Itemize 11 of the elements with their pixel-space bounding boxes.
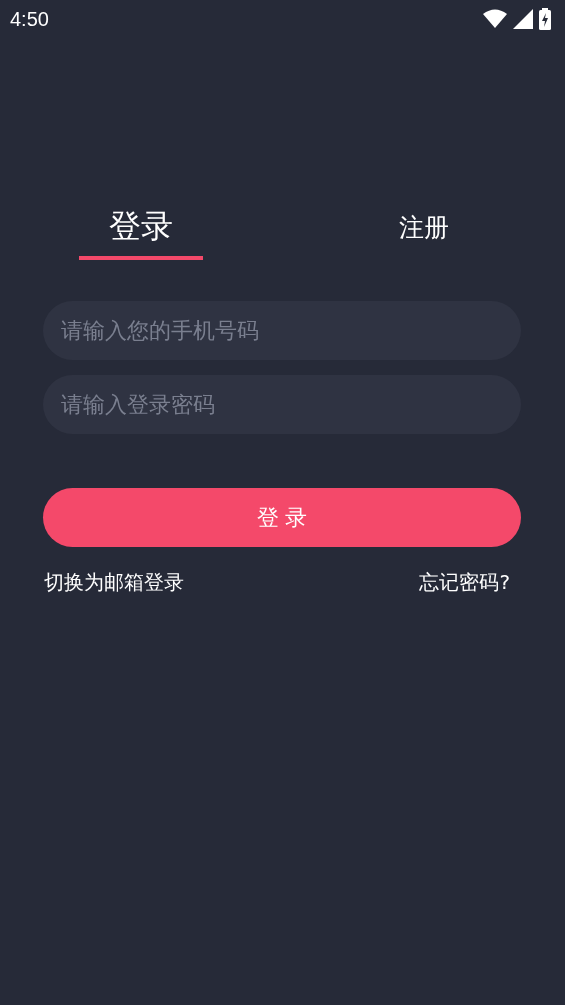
tab[interactable]: 登录 <box>79 198 204 260</box>
phone-field[interactable]: 请输入您的手机号码 <box>43 301 521 360</box>
tab[interactable]: 注册 <box>361 198 486 260</box>
wifi-icon <box>483 9 507 29</box>
status-time: 4:50 <box>10 7 49 31</box>
battery-icon <box>539 8 551 30</box>
signal-icon <box>513 9 533 29</box>
password-field[interactable]: 请输入登录密码 <box>43 375 521 434</box>
login-button[interactable]: 登 录 <box>43 488 521 547</box>
forgot-password-link[interactable]: 忘记密码? <box>419 569 510 596</box>
switch-email-link[interactable]: 切换为邮箱登录 <box>44 569 184 596</box>
